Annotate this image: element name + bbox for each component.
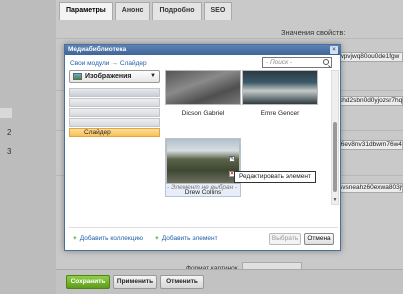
property-field[interactable]: svsneahz60exwa803jv [336, 183, 403, 193]
add-collection-link[interactable]: + Добавить коллекцию [73, 235, 143, 242]
left-panel: 2 3 [0, 0, 56, 294]
add-element-label: Добавить элемент [161, 235, 218, 242]
search-placeholder: - Поиск - [266, 59, 293, 66]
selection-status: - Элемент не выбран - [167, 184, 238, 191]
dialog-title: Медиабиблиотека [68, 46, 127, 53]
tree-item[interactable] [69, 108, 160, 117]
tab-details[interactable]: Подробно [152, 2, 202, 20]
media-item[interactable]: Emre Gencer [242, 70, 318, 117]
property-field[interactable]: wpvjwq80ou0de1fgw [336, 52, 403, 62]
media-type-label: Изображения [85, 73, 132, 80]
add-collection-label: Добавить коллекцию [79, 235, 143, 242]
scrollbar[interactable]: ▼ [331, 70, 339, 205]
media-library-dialog: Медиабиблиотека × Свои модули → Слайдер - … [64, 44, 341, 251]
media-caption: Dicson Gabriel [181, 110, 225, 117]
tree-item[interactable] [69, 98, 160, 107]
left-number: 3 [7, 147, 12, 156]
rocks-photo [165, 70, 241, 105]
cancel-page-button[interactable]: Отменить [160, 275, 204, 289]
plus-icon: + [155, 235, 159, 242]
properties-label: Значения свойств: [281, 28, 346, 37]
media-type-select[interactable]: Изображения ▼ [69, 70, 160, 83]
tree-item[interactable] [69, 118, 160, 127]
plus-icon: + [73, 235, 77, 242]
left-number: 2 [7, 128, 12, 137]
scroll-down-icon[interactable]: ▼ [332, 197, 338, 203]
breadcrumb-link[interactable]: Свои модули [70, 60, 109, 67]
breadcrumb: Свои модули → Слайдер [70, 60, 147, 67]
apply-button[interactable]: Применить [113, 275, 157, 289]
cancel-button[interactable]: Отмена [304, 233, 334, 245]
add-element-link[interactable]: + Добавить элемент [155, 235, 218, 242]
river-photo [242, 70, 318, 105]
tab-parameters[interactable]: Параметры [59, 2, 113, 20]
tab-bar: Параметры Анонс Подробно SEO [59, 0, 233, 20]
divider [69, 227, 338, 228]
breadcrumb-link[interactable]: Слайдер [120, 60, 147, 67]
tab-seo[interactable]: SEO [203, 2, 233, 20]
collection-tree: Слайдер [69, 88, 160, 137]
action-bar: Сохранить Применить Отменить [56, 269, 403, 294]
chevron-down-icon: ▼ [150, 73, 156, 79]
edit-icon[interactable]: ✎ [229, 156, 235, 162]
tree-item[interactable] [69, 88, 160, 97]
search-icon[interactable] [323, 59, 329, 65]
media-item[interactable]: Dicson Gabriel [165, 70, 241, 117]
choose-button[interactable]: Выбрать [269, 233, 301, 245]
save-button[interactable]: Сохранить [66, 275, 110, 289]
tab-announce[interactable]: Анонс [114, 2, 151, 20]
media-caption: Emre Gencer [260, 110, 300, 117]
scroll-thumb[interactable] [333, 122, 337, 192]
dialog-title-bar: Медиабиблиотека × [65, 45, 340, 55]
close-icon[interactable]: × [330, 46, 338, 54]
property-field[interactable]: f6ev8nv31dbwm76w4g [336, 140, 403, 150]
image-icon [73, 73, 82, 80]
blurred-text [0, 108, 12, 118]
property-field[interactable]: khd2sbn0d0yjozsr7hq5 [336, 96, 403, 106]
divider [56, 38, 403, 39]
edit-tooltip: Редактировать элемент [234, 171, 316, 183]
tree-item-slider[interactable]: Слайдер [69, 128, 160, 137]
search-input[interactable]: - Поиск - [262, 57, 332, 68]
